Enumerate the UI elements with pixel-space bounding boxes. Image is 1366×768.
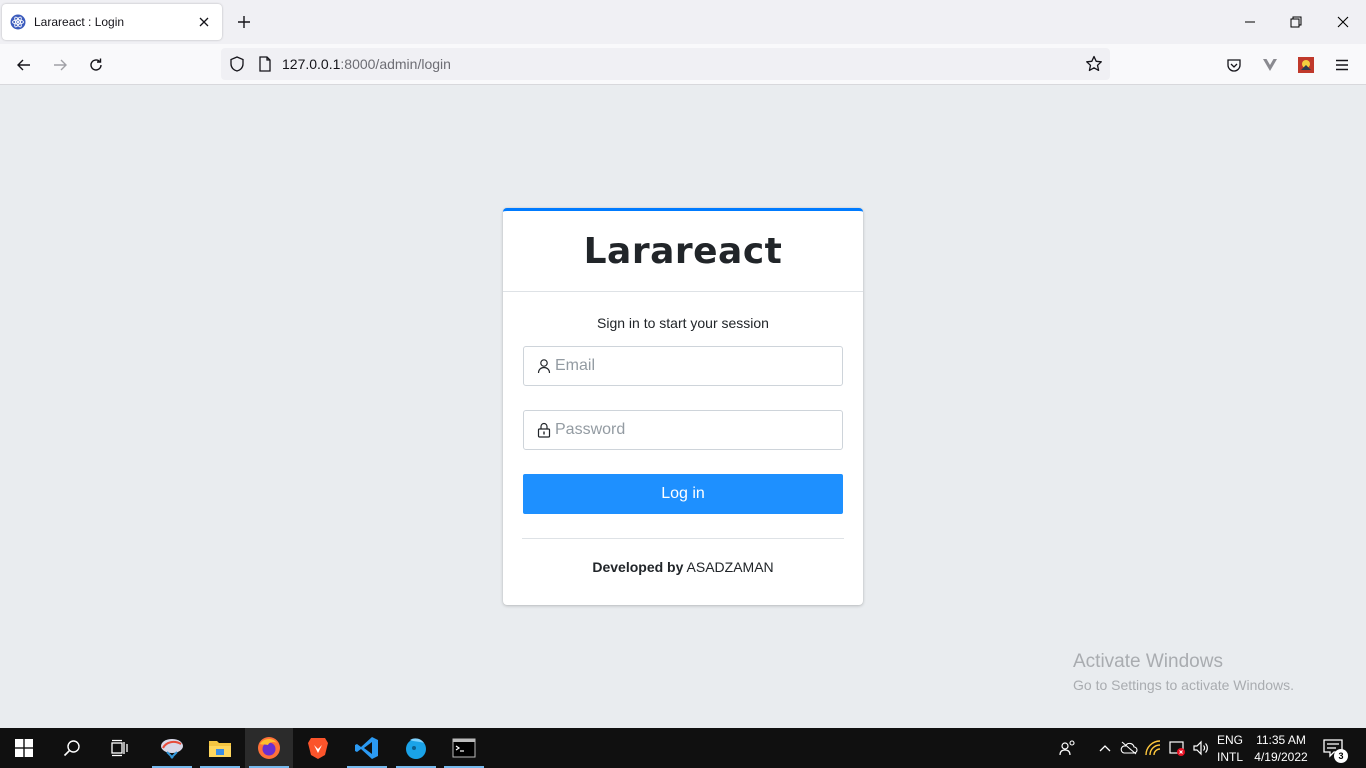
email-input[interactable] (555, 347, 835, 385)
brand-title[interactable]: Larareact (584, 231, 783, 272)
react-atom-icon (10, 14, 26, 30)
taskbar-snipping-app-icon[interactable] (148, 728, 196, 768)
developer-credit: Developed by ASADZAMAN (523, 559, 843, 575)
notification-count-badge: 3 (1334, 749, 1348, 763)
keyboard-layout: INTL (1216, 750, 1243, 764)
card-divider (522, 538, 844, 539)
url-text[interactable]: 127.0.0.1:8000/admin/login (282, 56, 451, 72)
close-tab-icon[interactable] (194, 12, 214, 32)
url-host: 127.0.0.1 (282, 56, 341, 72)
windows-taskbar: ENG INTL 11:35 AM 4/19/2022 3 (0, 728, 1366, 768)
back-arrow-icon[interactable] (13, 54, 35, 76)
url-bar[interactable]: 127.0.0.1:8000/admin/login (221, 48, 1110, 80)
browser-tab-active[interactable]: Larareact : Login (2, 4, 222, 40)
app-blue-drop-icon[interactable] (392, 728, 440, 768)
login-card-body: Sign in to start your session Log in Dev… (503, 315, 863, 575)
windows-start-icon[interactable] (0, 728, 48, 768)
clock-time: 11:35 AM (1256, 733, 1306, 747)
language-code: ENG (1216, 733, 1243, 747)
developer-name: ASADZAMAN (686, 559, 774, 575)
menu-hamburger-icon[interactable] (1331, 54, 1353, 76)
network-wifi-icon[interactable] (1143, 738, 1163, 758)
system-clock[interactable]: 11:35 AM 4/19/2022 (1250, 732, 1312, 766)
login-card-header: Larareact (503, 211, 863, 292)
login-card: Larareact Sign in to start your session … (503, 208, 863, 605)
watermark-title: Activate Windows (1073, 651, 1223, 672)
close-window-icon[interactable] (1333, 12, 1353, 32)
bookmark-star-icon[interactable] (1084, 54, 1104, 74)
pocket-icon[interactable] (1223, 54, 1245, 76)
speaker-volume-icon[interactable] (1191, 738, 1211, 758)
search-icon[interactable] (48, 728, 96, 768)
activate-windows-watermark: Activate Windows Go to Settings to activ… (1073, 651, 1294, 693)
watermark-subtitle: Go to Settings to activate Windows. (1073, 677, 1294, 693)
browser-toolbar: 127.0.0.1:8000/admin/login (0, 44, 1366, 85)
forward-arrow-icon[interactable] (49, 54, 71, 76)
lock-icon (536, 422, 552, 438)
browser-tab-bar: Larareact : Login (0, 0, 1366, 44)
terminal-icon[interactable] (440, 728, 488, 768)
vue-devtools-icon[interactable] (1259, 54, 1281, 76)
extension-icon[interactable] (1295, 54, 1317, 76)
vscode-icon[interactable] (343, 728, 391, 768)
password-field[interactable] (523, 410, 843, 450)
password-input[interactable] (555, 411, 835, 449)
page-info-icon[interactable] (256, 55, 274, 73)
chevron-up-icon[interactable] (1095, 738, 1115, 758)
login-button[interactable]: Log in (523, 474, 843, 514)
tracking-protection-shield-icon[interactable] (228, 55, 246, 73)
security-alert-icon[interactable] (1167, 738, 1187, 758)
task-view-icon[interactable] (96, 728, 144, 768)
login-message: Sign in to start your session (597, 315, 769, 331)
user-icon (536, 358, 552, 374)
email-field[interactable] (523, 346, 843, 386)
new-tab-icon[interactable] (234, 12, 254, 32)
url-path: :8000/admin/login (340, 56, 451, 72)
brave-browser-icon[interactable] (294, 728, 342, 768)
clock-date: 4/19/2022 (1254, 750, 1308, 764)
action-center-icon[interactable]: 3 (1322, 737, 1348, 763)
input-language-indicator[interactable]: ENG INTL (1216, 732, 1244, 766)
firefox-icon[interactable] (245, 728, 293, 768)
reload-icon[interactable] (85, 54, 107, 76)
onedrive-offline-icon[interactable] (1119, 738, 1139, 758)
page-viewport: Larareact Sign in to start your session … (0, 85, 1366, 728)
people-icon[interactable] (1058, 738, 1078, 758)
developer-credit-label: Developed by (592, 559, 684, 575)
file-explorer-icon[interactable] (196, 728, 244, 768)
tab-title: Larareact : Login (34, 15, 125, 29)
minimize-window-icon[interactable] (1240, 12, 1260, 32)
restore-window-icon[interactable] (1286, 12, 1306, 32)
